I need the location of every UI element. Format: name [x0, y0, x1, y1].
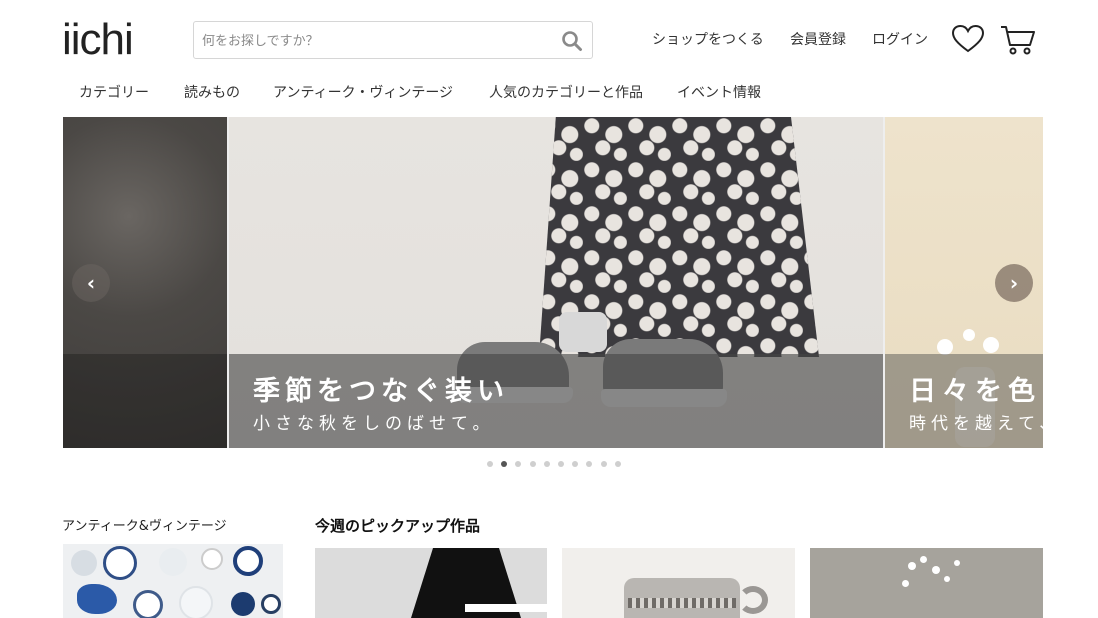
tableware-image [261, 594, 281, 614]
tableware-image [159, 548, 187, 576]
carousel-dot[interactable] [529, 461, 536, 467]
carousel-dot[interactable] [558, 461, 564, 467]
tableware-image [133, 590, 163, 618]
create-shop-link[interactable]: ショップをつくる [652, 29, 764, 49]
search-icon[interactable] [561, 30, 583, 52]
nav-item-popular[interactable]: 人気のカテゴリーと作品 [489, 82, 643, 102]
nav-item-antique-vintage[interactable]: アンティーク・ヴィンテージ [273, 82, 453, 102]
pickup-item-2[interactable] [562, 548, 795, 618]
nav-item-events[interactable]: イベント情報 [677, 82, 761, 102]
flower-image [937, 339, 953, 355]
pickup-section-title: 今週のピックアップ作品 [315, 517, 481, 535]
flower-image [908, 562, 916, 570]
flower-image [954, 560, 960, 566]
next-slide-title: 日々を色 [909, 376, 1041, 407]
flower-image [902, 580, 909, 587]
slide-title: 季節をつなぐ装い [253, 376, 509, 407]
next-slide-subtitle: 時代を越えて、 [909, 414, 1043, 434]
flower-image [932, 566, 940, 574]
pickup-item-3[interactable] [810, 548, 1043, 618]
flower-image [920, 556, 927, 563]
antique-section-title[interactable]: アンティーク&ヴィンテージ [62, 515, 227, 534]
search-input[interactable] [202, 30, 542, 52]
carousel-dot[interactable] [515, 461, 522, 467]
carousel-dot[interactable] [614, 461, 621, 467]
tableware-image [233, 546, 263, 576]
login-link[interactable]: ログイン [872, 29, 928, 49]
cart-icon[interactable] [1000, 24, 1036, 56]
mug-pattern-image [628, 598, 736, 608]
mug-handle-image [738, 586, 768, 614]
register-link[interactable]: 会員登録 [790, 29, 846, 49]
tableware-image [179, 586, 213, 618]
carousel-slide-current[interactable]: 季節をつなぐ装い 小さな秋をしのばせて。 [229, 117, 883, 448]
hero-carousel[interactable]: 季節をつなぐ装い 小さな秋をしのばせて。 日々を色 時代を越えて、 [63, 117, 1043, 448]
apron-image [465, 604, 547, 612]
carousel-dot[interactable] [586, 461, 593, 467]
nav-item-category[interactable]: カテゴリー [79, 82, 149, 102]
tableware-image [77, 584, 117, 614]
tableware-image [231, 592, 255, 616]
sock-image [559, 312, 607, 352]
antique-thumbnail[interactable] [63, 544, 283, 618]
tableware-image [201, 548, 223, 570]
carousel-next-button[interactable]: › [995, 264, 1033, 302]
carousel-dot[interactable] [600, 461, 607, 467]
chevron-left-icon: ‹ [86, 271, 96, 295]
nav-item-articles[interactable]: 読みもの [184, 82, 240, 102]
carousel-prev-button[interactable]: ‹ [72, 264, 110, 302]
carousel-dot[interactable] [487, 461, 493, 467]
carousel-dot[interactable] [543, 461, 550, 467]
tableware-image [103, 546, 137, 580]
flower-image [983, 337, 999, 353]
carousel-dot[interactable] [501, 461, 508, 467]
heart-icon[interactable] [951, 24, 985, 54]
slide-subtitle: 小さな秋をしのばせて。 [253, 414, 495, 434]
tableware-image [71, 550, 97, 576]
carousel-dot[interactable] [572, 461, 579, 467]
chevron-right-icon: › [1009, 271, 1019, 295]
site-logo[interactable]: iichi [62, 16, 134, 64]
search-box [193, 21, 593, 59]
slide-overlay [63, 354, 227, 448]
pickup-item-1[interactable] [315, 548, 547, 618]
flower-image [963, 329, 975, 341]
flower-image [944, 576, 950, 582]
